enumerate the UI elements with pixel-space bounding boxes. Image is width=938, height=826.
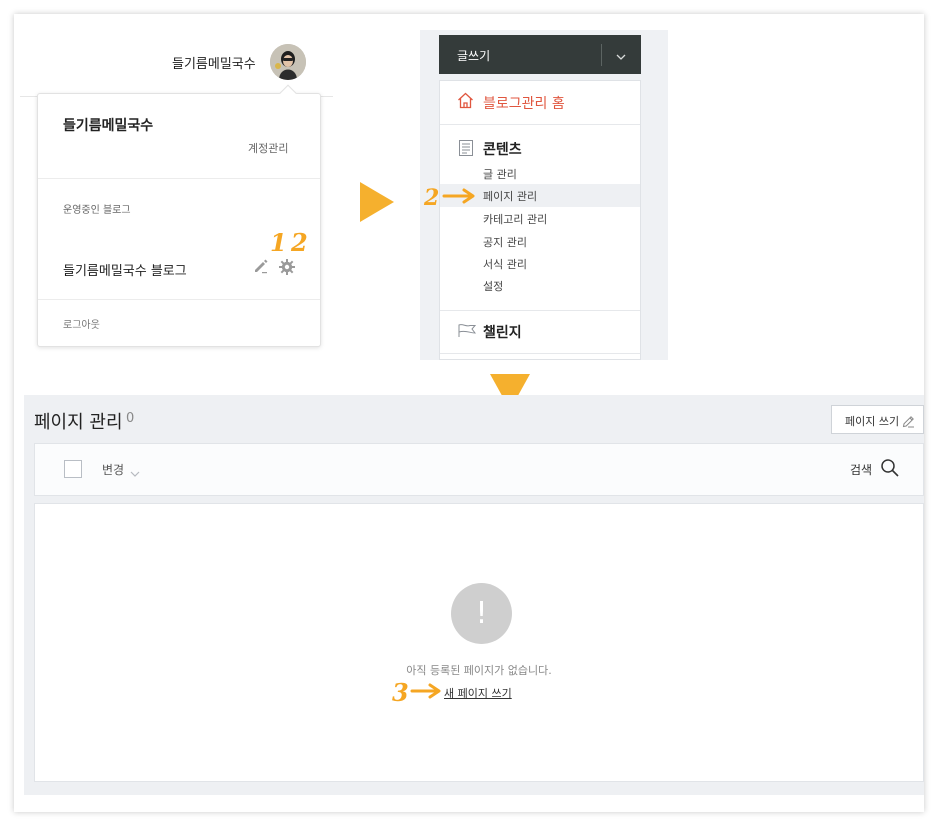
step-annotation-3: 3 [392,678,409,707]
pencil-icon[interactable] [253,258,269,274]
step-annotation-1-2: 1 2 [270,228,308,257]
sidebar-item-settings[interactable]: 설정 [483,278,503,294]
avatar[interactable] [270,44,306,80]
sidebar-item-category-manage[interactable]: 카테고리 관리 [483,211,547,227]
pencil-icon [902,413,915,432]
arrow-right-indicator [360,182,394,222]
flag-icon [458,323,477,342]
dropdown-profile-name: 들기름메밀국수 [63,118,154,134]
new-page-link[interactable]: 새 페이지 쓰기 [444,685,512,701]
divider [440,124,640,125]
divider [440,353,640,354]
divider [440,310,640,311]
button-divider [601,44,602,66]
sidebar-section-contents[interactable]: 콘텐츠 [483,139,522,159]
gear-icon[interactable] [278,258,296,276]
divider [38,299,320,300]
write-post-label: 글쓰기 [457,49,491,63]
chevron-down-icon[interactable] [130,464,140,483]
account-dropdown: 들기름메밀국수 계정관리 운영중인 블로그 들기름메밀국수 블로그 로그아웃 [37,84,321,347]
blog-name-link[interactable]: 들기름메밀국수 블로그 [63,260,187,279]
write-post-button[interactable]: 글쓰기 [439,35,641,74]
home-icon [457,92,474,113]
write-page-label: 페이지 쓰기 [845,415,900,428]
page-count: 0 [126,411,135,426]
sidebar-item-page-manage[interactable]: 페이지 관리 [483,188,537,204]
running-blogs-label: 운영중인 블로그 [63,205,131,216]
write-page-button[interactable]: 페이지 쓰기 [831,405,924,434]
sidebar-item-template-manage[interactable]: 서식 관리 [483,256,527,272]
annotation-arrow-icon [442,188,475,204]
step-annotation-2: 2 [424,185,440,211]
logout-link[interactable]: 로그아웃 [63,316,100,331]
document-icon [459,140,473,160]
page-title: 페이지 관리 [34,412,123,433]
empty-state-message: 아직 등록된 페이지가 없습니다. [406,664,552,677]
list-toolbar: 변경 검색 [34,443,924,496]
sidebar-item-notice-manage[interactable]: 공지 관리 [483,234,527,250]
annotation-arrow-icon [410,683,441,699]
account-manage-link[interactable]: 계정관리 [248,140,288,156]
divider [38,178,320,179]
sidebar-section-challenge[interactable]: 챌린지 [483,322,522,342]
sidebar-menu: 블로그관리 홈 콘텐츠 글 관리 페이지 관리 카테고리 관리 공지 관리 서식… [439,80,641,360]
exclamation-icon: ! [451,583,512,644]
search-label[interactable]: 검색 [850,461,872,478]
chevron-down-icon[interactable] [615,48,627,60]
change-dropdown[interactable]: 변경 [102,461,124,478]
page-list-area: ! 아직 등록된 페이지가 없습니다. 새 페이지 쓰기 [34,503,924,782]
search-icon[interactable] [880,458,900,482]
profile-name[interactable]: 들기름메밀국수 [172,53,256,72]
select-all-checkbox[interactable] [64,460,82,478]
sidebar-item-blog-home[interactable]: 블로그관리 홈 [483,93,565,113]
sidebar-item-post-manage[interactable]: 글 관리 [483,166,517,182]
